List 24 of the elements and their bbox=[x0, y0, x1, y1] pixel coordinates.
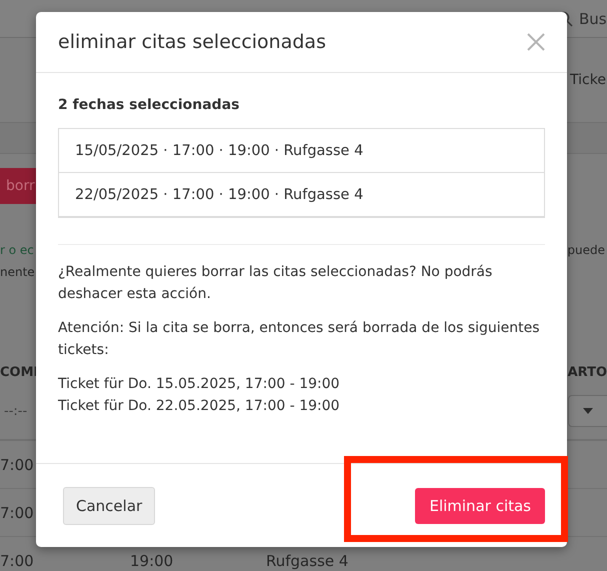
search-field[interactable]: Bus bbox=[579, 10, 607, 28]
dropdown[interactable] bbox=[568, 395, 607, 427]
table-cell-text: 19:00 bbox=[130, 552, 174, 570]
cancel-button[interactable]: Cancelar bbox=[63, 486, 156, 524]
column-header: ARTO bbox=[568, 365, 607, 382]
caret-icon bbox=[583, 408, 593, 414]
confirm-question: ¿Realmente quieres borrar las citas seleccionadas? No podrás deshacer esta acción. bbox=[58, 263, 494, 304]
notice-text: nente bbox=[0, 265, 35, 281]
warning-text: Atención: Si la cita se borra, entonces será borrada de los siguientes tickets: bbox=[58, 319, 541, 360]
tab-label[interactable]: Ticke bbox=[570, 72, 606, 88]
close-button[interactable] bbox=[527, 33, 545, 51]
table-cell-text: 7:00 bbox=[0, 456, 35, 474]
notice-text: puede bbox=[567, 243, 606, 259]
ticket-line: Ticket für Do. 22.05.2025, 17:00 - 19:00 bbox=[58, 397, 341, 416]
selection-count: 2 fechas seleccionadas bbox=[58, 97, 240, 113]
dialog-title: eliminar citas seleccionadas bbox=[58, 31, 326, 53]
appointment-item: 22/05/2025 · 17:00 · 19:00 · Rufgasse 4 bbox=[59, 172, 544, 216]
delete-appointments-button[interactable]: Eliminar citas bbox=[415, 488, 545, 524]
appointment-item: 15/05/2025 · 17:00 · 19:00 · Rufgasse 4 bbox=[74, 142, 364, 160]
link-text[interactable]: r o ec bbox=[0, 243, 34, 265]
table-cell: Rufgasse 4 bbox=[266, 552, 348, 570]
close-icon bbox=[527, 33, 545, 51]
ticket-line: Ticket für Do. 15.05.2025, 17:00 - 19:00 bbox=[58, 375, 341, 394]
table-cell-text: 7:00 bbox=[0, 552, 35, 570]
